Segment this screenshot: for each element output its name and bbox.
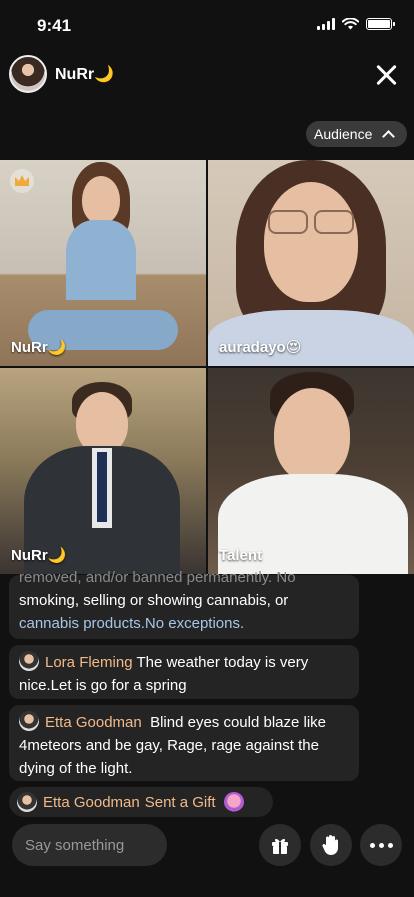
chat-message: Lora Fleming The weather today is very n… — [9, 645, 359, 699]
say-placeholder: Say something — [25, 836, 125, 854]
chat-message: Etta Goodman Blind eyes could blaze like… — [9, 705, 359, 781]
video-tile-host-2[interactable]: NuRr🌙 — [0, 368, 206, 574]
notice-partial-line: removed, and/or banned permanently. No — [19, 569, 296, 586]
wifi-icon — [342, 18, 359, 30]
chevron-up-icon — [382, 130, 396, 143]
chat-username[interactable]: Etta Goodman — [43, 791, 140, 814]
video-grid: NuRr🌙 auradayo😍 NuRr🌙 Talent — [0, 160, 414, 574]
more-icon — [369, 842, 393, 848]
system-notice: removed, and/or banned permanently. No s… — [9, 569, 359, 639]
host-avatar[interactable] — [9, 55, 47, 93]
cellular-signal-icon — [317, 18, 335, 30]
host-profile[interactable]: NuRr🌙 — [9, 55, 114, 93]
user-avatar[interactable] — [19, 651, 39, 671]
chat-username[interactable]: Etta Goodman — [45, 714, 142, 731]
audience-label: Audience — [314, 126, 373, 142]
close-icon[interactable] — [375, 64, 397, 86]
status-icons — [317, 18, 395, 30]
notice-line: smoking, selling or showing cannabis, or — [19, 592, 289, 609]
gift-text: Sent a Gift — [144, 793, 216, 811]
hand-icon — [322, 835, 338, 855]
say-something-input[interactable]: Say something — [12, 824, 167, 866]
tile-label: Talent — [219, 547, 263, 564]
gift-icon — [272, 838, 288, 854]
status-bar: 9:41 — [0, 0, 414, 50]
status-time: 9:41 — [37, 16, 72, 35]
gift-sticker-icon — [223, 792, 244, 812]
chat-username[interactable]: Lora Fleming — [45, 654, 133, 671]
gift-button[interactable] — [259, 824, 301, 866]
audience-button[interactable]: Audience — [306, 121, 407, 147]
crown-icon — [10, 169, 34, 193]
raise-hand-button[interactable] — [310, 824, 352, 866]
video-tile-guest[interactable]: auradayo😍 — [208, 160, 414, 366]
user-avatar[interactable] — [19, 711, 39, 731]
tile-label: NuRr🌙 — [11, 547, 67, 564]
battery-icon — [366, 18, 395, 30]
gift-message: Etta Goodman Sent a Gift — [9, 787, 273, 817]
tile-label: auradayo😍 — [219, 339, 302, 356]
more-button[interactable] — [360, 824, 402, 866]
video-tile-host[interactable]: NuRr🌙 — [0, 160, 206, 366]
video-tile-talent[interactable]: Talent — [208, 368, 414, 574]
notice-line: cannabis products.No exceptions. — [19, 615, 245, 632]
tile-label: NuRr🌙 — [11, 339, 67, 356]
user-avatar[interactable] — [17, 792, 37, 812]
host-name: NuRr🌙 — [55, 66, 115, 83]
